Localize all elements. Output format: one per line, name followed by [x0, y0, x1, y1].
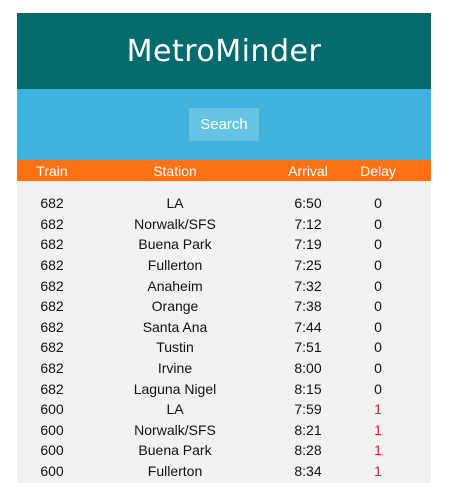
cell-station: Buena Park	[138, 442, 212, 459]
table-row: 682 LA 6:50 0	[17, 193, 431, 214]
cell-delay: 0	[374, 236, 382, 253]
table-row: 682 Irvine 8:00 0	[17, 358, 431, 379]
table-row: 682 Laguna Nigel 8:15 0	[17, 378, 431, 399]
cell-station: Tustin	[156, 339, 194, 356]
cell-station: Buena Park	[138, 236, 212, 253]
cell-train: 682	[40, 195, 64, 212]
table-row: 682 Santa Ana 7:44 0	[17, 317, 431, 338]
cell-train: 600	[40, 442, 64, 459]
cell-train: 682	[40, 339, 64, 356]
cell-arrival: 8:34	[294, 463, 322, 480]
cell-station: LA	[166, 401, 184, 418]
cell-train: 600	[40, 463, 64, 480]
cell-arrival: 7:59	[294, 401, 322, 418]
cell-train: 682	[40, 380, 64, 397]
cell-delay: 0	[374, 215, 382, 232]
header-arrival: Arrival	[288, 162, 328, 179]
table-row: 682 Orange 7:38 0	[17, 296, 431, 317]
cell-train: 682	[40, 215, 64, 232]
cell-station: LA	[166, 195, 184, 212]
cell-arrival: 8:00	[294, 360, 322, 377]
header-station: Station	[153, 162, 197, 179]
cell-arrival: 7:25	[294, 257, 322, 274]
cell-arrival: 7:19	[294, 236, 322, 253]
cell-station: Norwalk/SFS	[134, 421, 216, 438]
table-row: 682 Norwalk/SFS 7:12 0	[17, 214, 431, 235]
cell-station: Anaheim	[147, 277, 203, 294]
cell-station: Laguna Nigel	[133, 380, 217, 397]
app-title: MetroMinder	[126, 33, 322, 69]
table-body: 682 LA 6:50 0 682 Norwalk/SFS 7:12 0 682 Buena Pa…	[17, 181, 431, 481]
cell-station: Orange	[151, 298, 199, 315]
cell-station: Irvine	[157, 360, 193, 377]
table-row: 600 Norwalk/SFS 8:21 1	[17, 420, 431, 441]
cell-delay: 0	[374, 360, 382, 377]
cell-arrival: 6:50	[294, 195, 322, 212]
header-train: Train	[36, 162, 68, 179]
cell-train: 600	[40, 401, 64, 418]
cell-train: 600	[40, 421, 64, 438]
header-delay: Delay	[360, 162, 396, 179]
cell-delay: 0	[374, 339, 382, 356]
cell-station: Santa Ana	[142, 318, 208, 335]
cell-delay: 1	[374, 401, 382, 418]
cell-arrival: 8:21	[294, 421, 322, 438]
cell-station: Fullerton	[147, 257, 203, 274]
table-row: 682 Fullerton 7:25 0	[17, 255, 431, 276]
search-button[interactable]: Search	[189, 108, 259, 141]
cell-arrival: 7:38	[294, 298, 322, 315]
cell-train: 682	[40, 236, 64, 253]
table-row: 600 LA 7:59 1	[17, 399, 431, 420]
cell-arrival: 7:51	[294, 339, 322, 356]
cell-train: 682	[40, 277, 64, 294]
app-header: MetroMinder	[17, 13, 431, 89]
cell-train: 682	[40, 318, 64, 335]
cell-delay: 0	[374, 380, 382, 397]
cell-train: 682	[40, 360, 64, 377]
cell-delay: 0	[374, 257, 382, 274]
cell-train: 682	[40, 298, 64, 315]
cell-train: 682	[40, 257, 64, 274]
cell-arrival: 7:44	[294, 318, 322, 335]
cell-arrival: 7:32	[294, 277, 322, 294]
cell-arrival: 8:28	[294, 442, 322, 459]
table-row: 682 Anaheim 7:32 0	[17, 275, 431, 296]
table-row: 600 Buena Park 8:28 1	[17, 440, 431, 461]
table-header: Train Station Arrival Delay	[17, 160, 431, 181]
cell-station: Fullerton	[147, 463, 203, 480]
table-row: 600 Fullerton 8:34 1	[17, 461, 431, 482]
search-bar: Search	[17, 89, 431, 160]
app-container: MetroMinder Search Train Station Arrival…	[17, 13, 431, 483]
cell-delay: 0	[374, 277, 382, 294]
cell-delay: 0	[374, 318, 382, 335]
cell-station: Norwalk/SFS	[134, 215, 216, 232]
cell-delay: 1	[374, 463, 382, 480]
cell-arrival: 8:15	[294, 380, 322, 397]
cell-delay: 0	[374, 195, 382, 212]
cell-delay: 1	[374, 442, 382, 459]
table-row: 682 Tustin 7:51 0	[17, 337, 431, 358]
cell-arrival: 7:12	[294, 215, 322, 232]
cell-delay: 1	[374, 421, 382, 438]
table-row: 682 Buena Park 7:19 0	[17, 234, 431, 255]
cell-delay: 0	[374, 298, 382, 315]
